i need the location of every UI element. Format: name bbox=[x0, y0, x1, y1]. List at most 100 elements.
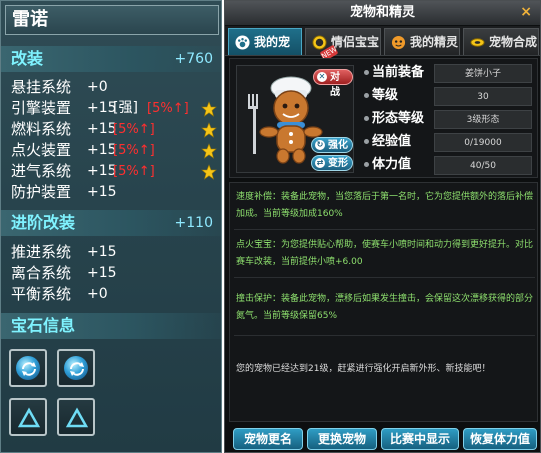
mod-section-total: +760 bbox=[174, 51, 213, 67]
advanced-mod-section-header: 进阶改装 +110 bbox=[1, 210, 221, 236]
stat-value: 3级形态 bbox=[434, 110, 532, 129]
gem-section-header: 宝石信息 bbox=[1, 313, 221, 339]
close-icon[interactable]: × bbox=[520, 4, 532, 20]
mod-row-intake: 进气系统 +15 [5%↑] bbox=[11, 161, 155, 182]
skill-description-panel: 速度补偿：装备此宠物，当您落后于第一名时，它为您提供额外的落后补偿加成。当前等级… bbox=[229, 182, 538, 422]
mod-row-ignition: 点火装置 +15 [5%↑] bbox=[11, 140, 155, 161]
tab-couple-baby[interactable]: 情侣宝宝 bbox=[305, 28, 381, 55]
pet-and-sprite-window: 宠物和精灵 × 我的宠物 情侣宝宝 NEW 我的精灵 宠物合成 bbox=[224, 0, 541, 453]
battle-button[interactable]: ✕ 对战 bbox=[313, 69, 353, 98]
tab-pet-synthesis[interactable]: 宠物合成 bbox=[463, 28, 539, 55]
strengthen-icon: ↻ bbox=[315, 140, 325, 150]
mod-value: +15 bbox=[87, 265, 117, 281]
mod-value: +0 bbox=[87, 79, 108, 95]
advanced-mod-row: 离合系统 +15 bbox=[11, 263, 117, 284]
mod-label: 平衡系统 bbox=[11, 285, 72, 303]
window-title: 宠物和精灵 bbox=[225, 1, 540, 25]
mod-percent-bonus: [5%↑] bbox=[147, 101, 189, 116]
gem-slot-empty-3[interactable] bbox=[9, 398, 47, 436]
bullet-icon bbox=[364, 139, 369, 144]
skill-collision-protection: 撞击保护：装备此宠物，漂移后如果发生撞击，会保留这次漂移获得的部分氮气。当前等级… bbox=[236, 294, 534, 321]
action-bar: 宠物更名 更换宠物 比赛中显示 恢复体力值 bbox=[225, 426, 540, 452]
stat-value: 姜饼小子 bbox=[434, 64, 532, 83]
gem-slot-1[interactable] bbox=[9, 349, 47, 387]
rename-pet-button[interactable]: 宠物更名 bbox=[233, 428, 303, 450]
stat-level: 等级 30 bbox=[358, 85, 534, 107]
pet-info-panel: ✕对战 ↻强化 ⇄变形 当前装备 姜饼小子 等级 30 形态等级 3级形态 bbox=[229, 58, 538, 178]
stat-value: 30 bbox=[434, 87, 532, 106]
divider bbox=[234, 335, 535, 336]
divider bbox=[234, 277, 535, 278]
stat-label: 经验值 bbox=[372, 134, 412, 149]
change-pet-button[interactable]: 更换宠物 bbox=[307, 428, 377, 450]
gem-section-title: 宝石信息 bbox=[11, 316, 76, 335]
baby-icon bbox=[312, 35, 327, 50]
tab-label: 宠物合成 bbox=[489, 35, 538, 49]
mod-row-engine: 引擎装置 +15 [强] [5%↑] bbox=[11, 98, 189, 119]
stat-label: 当前装备 bbox=[372, 65, 425, 80]
swirl-gem-icon bbox=[22, 362, 36, 376]
tab-bar: 我的宠物 情侣宝宝 NEW 我的精灵 宠物合成 bbox=[225, 26, 540, 76]
mod-value: +0 bbox=[87, 286, 108, 302]
tab-my-sprite[interactable]: 我的精灵 bbox=[384, 28, 460, 55]
transform-button[interactable]: ⇄ 变形 bbox=[311, 155, 353, 171]
mod-label: 离合系统 bbox=[11, 264, 72, 282]
mod-value: +15 bbox=[87, 244, 117, 260]
mod-label: 进气系统 bbox=[11, 162, 72, 180]
car-name: 雷诺 bbox=[5, 5, 219, 35]
mod-section-title: 改装 bbox=[11, 49, 44, 68]
advanced-mod-row: 推进系统 +15 bbox=[11, 242, 117, 263]
strengthen-button-label: 强化 bbox=[328, 140, 348, 151]
divider bbox=[234, 229, 535, 230]
transform-icon: ⇄ bbox=[315, 158, 325, 168]
restore-stamina-button[interactable]: 恢复体力值 bbox=[463, 428, 537, 450]
mod-label: 防护装置 bbox=[11, 183, 72, 201]
pet-portrait: ✕ 对战 ↻ 强化 ⇄ 变形 bbox=[236, 65, 354, 173]
stat-value: 0/19000 bbox=[434, 133, 532, 152]
star-icon bbox=[201, 122, 217, 138]
gem-slot-empty-4[interactable] bbox=[57, 398, 95, 436]
transform-button-label: 变形 bbox=[328, 158, 348, 169]
mod-percent-bonus: [5%↑] bbox=[113, 143, 155, 158]
star-icon bbox=[201, 143, 217, 159]
stat-stamina: 体力值 40/50 bbox=[358, 154, 534, 176]
synthesis-icon bbox=[470, 38, 485, 47]
sprite-icon bbox=[391, 35, 406, 50]
show-in-race-button[interactable]: 比赛中显示 bbox=[381, 428, 459, 450]
stat-experience: 经验值 0/19000 bbox=[358, 131, 534, 153]
skill-ignition-baby: 点火宝宝：为您提供贴心帮助，使赛车小喷时间和动力得到更好提升。对比赛车改装，当前… bbox=[236, 240, 534, 267]
mod-value: +15 bbox=[87, 184, 117, 200]
triangle-slot-icon bbox=[65, 407, 89, 428]
car-modification-panel: 雷诺 改装 +760 悬挂系统 +0 引擎装置 +15 [强] [5%↑] 燃料… bbox=[0, 0, 222, 453]
skill-speed-compensation: 速度补偿：装备此宠物，当您落后于第一名时，它为您提供额外的落后补偿加成。当前等级… bbox=[236, 192, 534, 219]
mod-row-fuel: 燃料系统 +15 [5%↑] bbox=[11, 119, 155, 140]
bullet-icon bbox=[364, 116, 369, 121]
bullet-icon bbox=[364, 93, 369, 98]
upgrade-hint: 您的宠物已经达到21级，赶紧进行强化开启新外形、新技能吧！ bbox=[236, 364, 491, 374]
triangle-slot-icon bbox=[17, 407, 41, 428]
tab-my-pet[interactable]: 我的宠物 bbox=[228, 28, 302, 76]
swords-icon: ✕ bbox=[317, 72, 327, 82]
stat-current-equipment: 当前装备 姜饼小子 bbox=[358, 62, 534, 84]
advanced-mod-row: 平衡系统 +0 bbox=[11, 284, 108, 305]
stat-label: 形态等级 bbox=[372, 111, 425, 126]
mod-label: 燃料系统 bbox=[11, 120, 72, 138]
stat-label: 体力值 bbox=[372, 157, 412, 172]
mod-label: 悬挂系统 bbox=[11, 78, 72, 96]
mod-section-header: 改装 +760 bbox=[1, 46, 221, 72]
mod-label: 推进系统 bbox=[11, 243, 72, 261]
mod-row-suspension: 悬挂系统 +0 bbox=[11, 77, 108, 98]
tab-label: 情侣宝宝 bbox=[331, 35, 380, 49]
bullet-icon bbox=[364, 70, 369, 75]
mod-label: 引擎装置 bbox=[11, 99, 72, 117]
mod-label: 点火装置 bbox=[11, 141, 72, 159]
star-icon bbox=[201, 164, 217, 180]
strengthen-button[interactable]: ↻ 强化 bbox=[311, 137, 353, 153]
stat-label: 等级 bbox=[372, 88, 399, 103]
advanced-mod-section-title: 进阶改装 bbox=[11, 213, 76, 232]
bullet-icon bbox=[364, 162, 369, 167]
stat-value: 40/50 bbox=[434, 156, 532, 175]
gem-slot-2[interactable] bbox=[57, 349, 95, 387]
mod-percent-bonus: [5%↑] bbox=[113, 164, 155, 179]
swirl-gem-icon bbox=[70, 362, 84, 376]
